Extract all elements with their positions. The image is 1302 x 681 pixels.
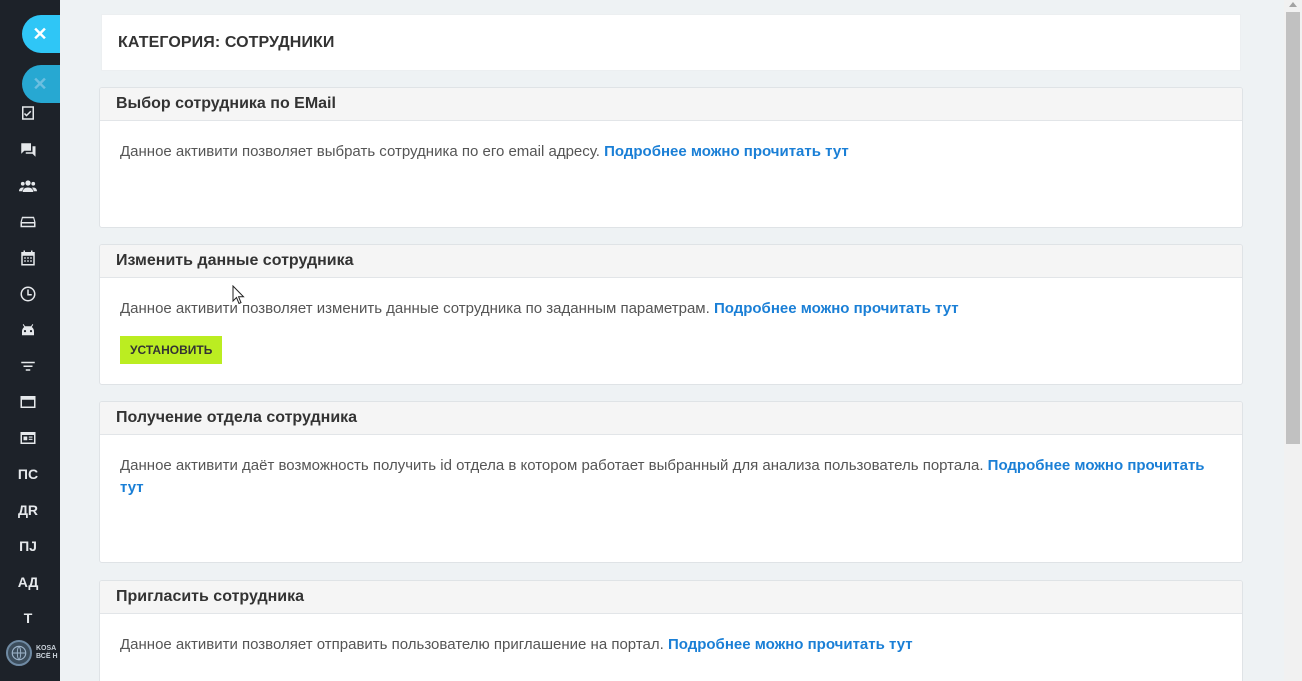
card-description: Данное активити позволяет отправить поль… (120, 636, 668, 653)
sidebar-item-calendar[interactable] (14, 246, 42, 270)
sidebar-item-text-2[interactable]: ДR (14, 498, 42, 522)
vertical-scrollbar[interactable] (1284, 0, 1302, 681)
checklist-icon (22, 106, 34, 120)
close-slider-button-secondary[interactable]: ✕ (22, 65, 60, 103)
sidebar-item-label: АД (17, 574, 39, 590)
robot-icon (22, 324, 34, 336)
sidebar-item-chat[interactable] (14, 138, 42, 162)
page-title: КАТЕГОРИЯ: СОТРУДНИКИ (118, 33, 335, 51)
card-body: Данное активити позволяет отправить поль… (100, 614, 1242, 656)
sidebar-item-filter[interactable] (14, 355, 42, 379)
sidebar-item-label: ПJ (19, 538, 37, 554)
card-description: Данное активити даёт возможность получит… (120, 457, 988, 474)
activity-card: Выбор сотрудника по EMail Данное активит… (99, 87, 1243, 228)
contact-card-icon (20, 432, 36, 444)
install-button[interactable]: УСТАНОВИТЬ (120, 336, 223, 364)
card-header: Изменить данные сотрудника (100, 245, 1242, 278)
scroll-up-arrow-icon[interactable] (1289, 2, 1297, 7)
card-description: Данное активити позволяет изменить данны… (120, 300, 714, 317)
card-header: Получение отдела сотрудника (100, 402, 1242, 435)
read-more-link[interactable]: Подробнее можно прочитать тут (714, 300, 959, 317)
sidebar-item-text-1[interactable]: ПС (14, 462, 42, 486)
drive-icon (20, 216, 36, 228)
activity-card: Получение отдела сотрудника Данное актив… (99, 401, 1243, 563)
logo-text: KOSA ВСЁ Н (36, 645, 58, 660)
card-body: Данное активити позволяет изменить данны… (100, 278, 1242, 364)
sidebar-item-robots[interactable] (14, 318, 42, 342)
sidebar-item-text-4[interactable]: АД (14, 570, 42, 594)
card-description: Данное активити позволяет выбрать сотруд… (120, 143, 605, 160)
sidebar-item-label: ПС (17, 466, 39, 482)
card-title: Выбор сотрудника по EMail (116, 95, 336, 112)
clock-icon (20, 286, 36, 302)
chat-icon (20, 143, 36, 157)
sidebar-item-tasks[interactable] (14, 101, 42, 125)
close-slider-button[interactable]: ✕ (22, 15, 60, 53)
sidebar-item-time[interactable] (14, 282, 42, 306)
calendar-icon (21, 250, 35, 266)
sidebar-item-text-3[interactable]: ПJ (14, 534, 42, 558)
card-title: Пригласить сотрудника (116, 588, 305, 605)
category-header: КАТЕГОРИЯ: СОТРУДНИКИ (101, 14, 1241, 71)
employees-icon (19, 180, 37, 192)
card-header: Выбор сотрудника по EMail (100, 88, 1242, 121)
sidebar-item-label: Т (23, 610, 33, 626)
company-logo[interactable]: KOSA ВСЁ Н (6, 640, 58, 666)
sidebar-item-contacts[interactable] (14, 426, 42, 450)
close-icon: ✕ (32, 23, 48, 44)
card-body: Данное активити позволяет выбрать сотруд… (100, 121, 1242, 163)
mouse-cursor-icon (232, 285, 245, 305)
card-body: Данное активити даёт возможность получит… (100, 435, 1242, 499)
card-title: Изменить данные сотрудника (116, 252, 354, 269)
card-header: Пригласить сотрудника (100, 581, 1242, 614)
activity-card: Изменить данные сотрудника Данное активи… (99, 244, 1243, 385)
card-title: Получение отдела сотрудника (116, 409, 358, 426)
sidebar-item-label: ДR (17, 502, 39, 518)
activity-card: Пригласить сотрудника Данное активити по… (99, 580, 1243, 681)
sidebar-item-apps[interactable] (14, 390, 42, 414)
scrollbar-thumb[interactable] (1286, 12, 1300, 444)
read-more-link[interactable]: Подробнее можно прочитать тут (668, 636, 913, 653)
read-more-link[interactable]: Подробнее можно прочитать тут (604, 143, 849, 160)
close-icon: ✕ (32, 73, 48, 94)
left-sidebar: ✕ ✕ ПС ДR ПJ АД Т KOSA ВСЁ Н (0, 0, 60, 681)
sidebar-item-employees[interactable] (14, 174, 42, 198)
globe-icon (6, 640, 32, 666)
sidebar-item-drive[interactable] (14, 210, 42, 234)
sidebar-item-text-5[interactable]: Т (14, 606, 42, 630)
window-icon (20, 396, 36, 408)
filter-icon (21, 361, 35, 371)
main-content: КАТЕГОРИЯ: СОТРУДНИКИ Выбор сотрудника п… (60, 0, 1284, 681)
